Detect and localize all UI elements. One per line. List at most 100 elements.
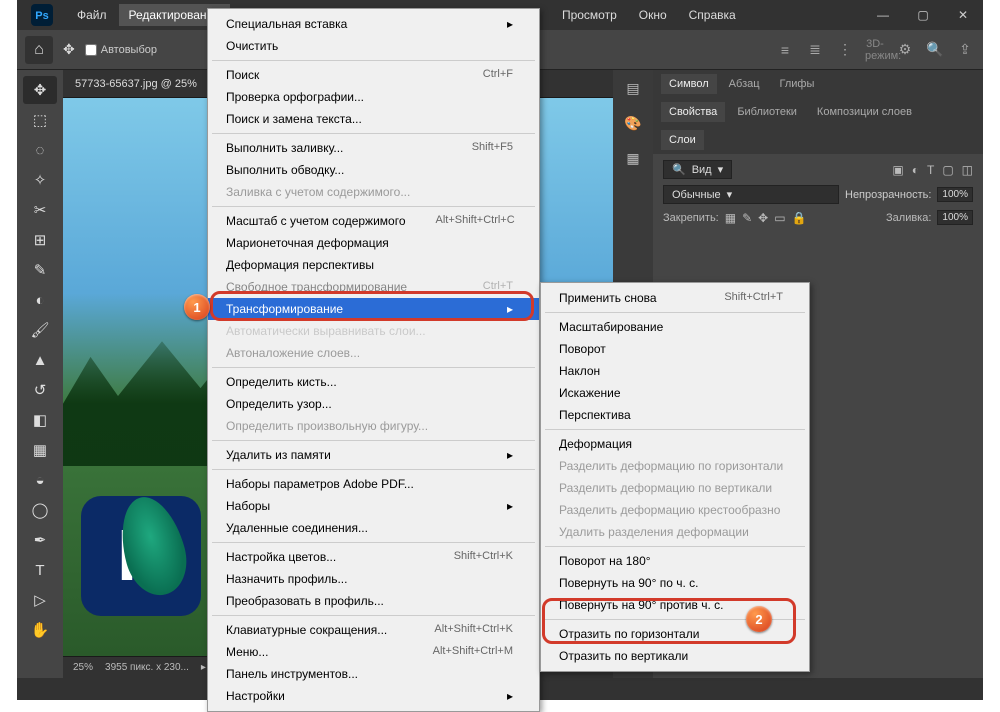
tab-libraries[interactable]: Библиотеки [729, 102, 805, 122]
lock-pixels-icon[interactable]: ✎ [742, 211, 752, 225]
svg-text:Ps: Ps [35, 10, 48, 22]
tool-heal[interactable]: ◐ [23, 286, 57, 314]
color-icon[interactable]: ▤ [626, 80, 639, 97]
edit-menu-item-15[interactable]: Трансформирование [208, 298, 539, 320]
lock-icon[interactable]: 🔒 [792, 211, 807, 225]
menu-window[interactable]: Окно [629, 4, 677, 26]
auto-select-checkbox[interactable]: Автовыбор [85, 44, 157, 56]
filter-adjust-icon[interactable]: ◐ [912, 163, 919, 177]
transform-submenu-item-2[interactable]: Масштабирование [541, 316, 809, 338]
edit-menu-item-26[interactable]: Наборы [208, 495, 539, 517]
menu-help[interactable]: Справка [679, 4, 746, 26]
tool-eraser[interactable]: ◧ [23, 406, 57, 434]
tool-type[interactable]: T [23, 556, 57, 584]
menu-view[interactable]: Просмотр [552, 4, 627, 26]
tab-properties[interactable]: Свойства [661, 102, 725, 122]
swatches-icon[interactable]: 🎨 [624, 115, 641, 132]
edit-menu-item-25[interactable]: Наборы параметров Adobe PDF... [208, 473, 539, 495]
edit-menu-item-34[interactable]: Меню...Alt+Shift+Ctrl+M [208, 641, 539, 663]
transform-submenu-item-0[interactable]: Применить сноваShift+Ctrl+T [541, 287, 809, 309]
grid-icon[interactable]: ▦ [626, 150, 639, 167]
edit-menu-item-1[interactable]: Очистить [208, 35, 539, 57]
tab-glyphs[interactable]: Глифы [772, 74, 823, 94]
distribute-icon[interactable]: ⋮ [835, 41, 855, 58]
edit-menu-item-0[interactable]: Специальная вставка [208, 13, 539, 35]
transform-submenu-item-4[interactable]: Наклон [541, 360, 809, 382]
tab-layer-comps[interactable]: Композиции слоев [809, 102, 920, 122]
home-button[interactable]: ⌂ [25, 36, 53, 64]
layer-filter-select[interactable]: 🔍 Вид ▾ [663, 160, 732, 179]
share-icon[interactable]: ⇪ [955, 41, 975, 58]
edit-menu-dropdown: Специальная вставкаОчиститьПоискCtrl+FПр… [207, 8, 540, 712]
align-icon[interactable]: ≡ [775, 42, 795, 58]
transform-submenu-item-14[interactable]: Поворот на 180° [541, 550, 809, 572]
tool-stamp[interactable]: ▲ [23, 346, 57, 374]
edit-menu-item-30[interactable]: Назначить профиль... [208, 568, 539, 590]
filter-smart-icon[interactable]: ◫ [962, 163, 973, 177]
transform-submenu-item-6[interactable]: Перспектива [541, 404, 809, 426]
edit-menu-item-7[interactable]: Выполнить заливку...Shift+F5 [208, 137, 539, 159]
tool-pen[interactable]: ✒ [23, 526, 57, 554]
edit-menu-item-11[interactable]: Масштаб с учетом содержимогоAlt+Shift+Ct… [208, 210, 539, 232]
tool-wand[interactable]: ✧ [23, 166, 57, 194]
tool-dodge[interactable]: ◯ [23, 496, 57, 524]
transform-submenu-item-3[interactable]: Поворот [541, 338, 809, 360]
tool-crop[interactable]: ✂ [23, 196, 57, 224]
props-tabs: Свойства Библиотеки Композиции слоев [653, 98, 983, 126]
edit-menu-item-33[interactable]: Клавиатурные сокращения...Alt+Shift+Ctrl… [208, 619, 539, 641]
align-icon-2[interactable]: ≣ [805, 41, 825, 58]
edit-menu-item-8[interactable]: Выполнить обводку... [208, 159, 539, 181]
minimize-button[interactable]: — [863, 0, 903, 30]
edit-menu-item-4[interactable]: Проверка орфографии... [208, 86, 539, 108]
fill-value[interactable]: 100% [937, 210, 973, 225]
transform-submenu-item-8[interactable]: Деформация [541, 433, 809, 455]
tool-hand[interactable]: ✋ [23, 616, 57, 644]
app-logo: Ps [17, 4, 67, 26]
edit-menu-item-5[interactable]: Поиск и замена текста... [208, 108, 539, 130]
edit-menu-item-23[interactable]: Удалить из памяти [208, 444, 539, 466]
tool-blur[interactable]: ◒ [23, 466, 57, 494]
lock-position-icon[interactable]: ✥ [758, 211, 768, 225]
tab-symbol[interactable]: Символ [661, 74, 717, 94]
tool-path[interactable]: ▷ [23, 586, 57, 614]
filter-pixel-icon[interactable]: ▣ [892, 163, 903, 177]
edit-menu-item-3[interactable]: ПоискCtrl+F [208, 64, 539, 86]
maximize-button[interactable]: ▢ [903, 0, 943, 30]
edit-menu-item-29[interactable]: Настройка цветов...Shift+Ctrl+K [208, 546, 539, 568]
gear-icon[interactable]: ⚙ [895, 41, 915, 58]
tool-move[interactable]: ✥ [23, 76, 57, 104]
transform-submenu-item-5[interactable]: Искажение [541, 382, 809, 404]
edit-menu-item-27[interactable]: Удаленные соединения... [208, 517, 539, 539]
tool-gradient[interactable]: ▦ [23, 436, 57, 464]
tool-eyedropper[interactable]: ✎ [23, 256, 57, 284]
edit-menu-item-12[interactable]: Марионеточная деформация [208, 232, 539, 254]
edit-menu-item-13[interactable]: Деформация перспективы [208, 254, 539, 276]
callout-1-badge: 1 [184, 294, 210, 320]
menu-file[interactable]: Файл [67, 4, 117, 26]
tab-paragraph[interactable]: Абзац [721, 74, 768, 94]
blend-mode-select[interactable]: Обычные ▾ [663, 185, 839, 204]
tool-brush[interactable]: 🖌 [23, 316, 57, 344]
filter-type-icon[interactable]: T [927, 163, 934, 177]
transform-submenu-item-10: Разделить деформацию по вертикали [541, 477, 809, 499]
opacity-value[interactable]: 100% [937, 187, 973, 202]
zoom-value[interactable]: 25% [73, 662, 93, 673]
edit-menu-item-14[interactable]: Свободное трансформированиеCtrl+T [208, 276, 539, 298]
lock-all-icon[interactable]: ▦ [725, 211, 736, 225]
edit-menu-item-20[interactable]: Определить узор... [208, 393, 539, 415]
search-icon[interactable]: 🔍 [925, 41, 945, 58]
edit-menu-item-31[interactable]: Преобразовать в профиль... [208, 590, 539, 612]
tool-marquee[interactable]: ⬚ [23, 106, 57, 134]
transform-submenu-item-15[interactable]: Повернуть на 90° по ч. с. [541, 572, 809, 594]
edit-menu-item-19[interactable]: Определить кисть... [208, 371, 539, 393]
edit-menu-item-36[interactable]: Настройки [208, 685, 539, 707]
tab-layers[interactable]: Слои [661, 130, 704, 150]
close-button[interactable]: ✕ [943, 0, 983, 30]
edit-menu-item-35[interactable]: Панель инструментов... [208, 663, 539, 685]
lock-artboard-icon[interactable]: ▭ [774, 211, 785, 225]
filter-shape-icon[interactable]: ▢ [942, 163, 953, 177]
tool-lasso[interactable]: ◌ [23, 136, 57, 164]
tool-history[interactable]: ↺ [23, 376, 57, 404]
transform-submenu-item-19[interactable]: Отразить по вертикали [541, 645, 809, 667]
tool-frame[interactable]: ⊞ [23, 226, 57, 254]
